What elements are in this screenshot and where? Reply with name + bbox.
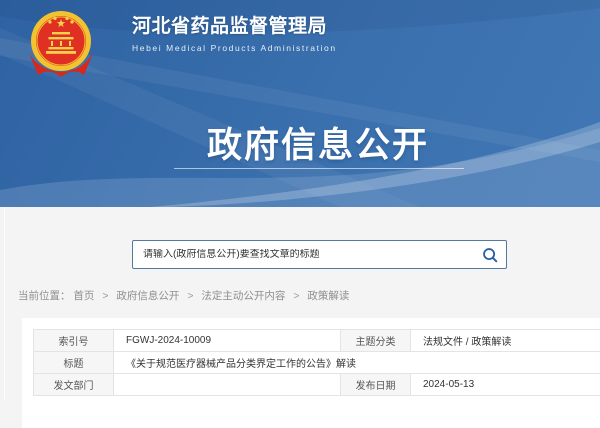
table-row-index-category: 索引号 FGWJ-2024-10009 主题分类 法规文件 / 政策解读 (34, 330, 600, 352)
content-area: 当前位置： 首页 > 政府信息公开 > 法定主动公开内容 > 政策解读 索引号 … (0, 207, 600, 400)
category-value: 法规文件 / 政策解读 (411, 330, 600, 352)
breadcrumb-link-home[interactable]: 首页 (73, 290, 94, 302)
index-number-label: 索引号 (34, 330, 114, 352)
breadcrumb-prefix: 当前位置： (18, 290, 71, 302)
site-brand[interactable]: 河北省药品监督管理局 Hebei Medical Products Admini… (0, 0, 400, 90)
banner-title-underline (174, 168, 464, 169)
doc-title-value: 《关于规范医疗器械产品分类界定工作的公告》解读 (114, 352, 600, 374)
site-title-block: 河北省药品监督管理局 Hebei Medical Products Admini… (132, 11, 337, 53)
table-row-title: 标题 《关于规范医疗器械产品分类界定工作的公告》解读 (34, 352, 600, 374)
breadcrumb: 当前位置： 首页 > 政府信息公开 > 法定主动公开内容 > 政策解读 (18, 288, 349, 303)
breadcrumb-separator: > (187, 290, 193, 302)
index-number-value: FGWJ-2024-10009 (114, 330, 341, 352)
category-label: 主题分类 (341, 330, 411, 352)
page-banner-title: 政府信息公开 (18, 117, 600, 168)
breadcrumb-link-legal-disclosure[interactable]: 法定主动公开内容 (201, 290, 285, 302)
document-card: 索引号 FGWJ-2024-10009 主题分类 法规文件 / 政策解读 标题 … (22, 318, 600, 428)
search-button[interactable] (474, 241, 506, 268)
search-bar (132, 240, 507, 269)
breadcrumb-current-policy-interpretation[interactable]: 政策解读 (307, 290, 349, 302)
department-value (114, 374, 341, 396)
site-title: 河北省药品监督管理局 (132, 11, 337, 38)
table-row-department-date: 发文部门 发布日期 2024-05-13 (34, 374, 600, 396)
left-edge-divider (4, 207, 5, 400)
breadcrumb-link-gov-info[interactable]: 政府信息公开 (116, 290, 179, 302)
department-label: 发文部门 (34, 374, 114, 396)
search-input[interactable] (133, 249, 474, 260)
site-title-en: Hebei Medical Products Administration (132, 43, 337, 53)
header-banner: 河北省药品监督管理局 Hebei Medical Products Admini… (0, 0, 600, 207)
breadcrumb-separator: > (293, 290, 299, 302)
document-info-table: 索引号 FGWJ-2024-10009 主题分类 法规文件 / 政策解读 标题 … (33, 329, 600, 396)
publish-date-value: 2024-05-13 (411, 374, 600, 396)
national-emblem-icon (17, 9, 105, 81)
search-icon (481, 246, 499, 264)
doc-title-label: 标题 (34, 352, 114, 374)
breadcrumb-separator: > (102, 290, 108, 302)
publish-date-label: 发布日期 (341, 374, 411, 396)
